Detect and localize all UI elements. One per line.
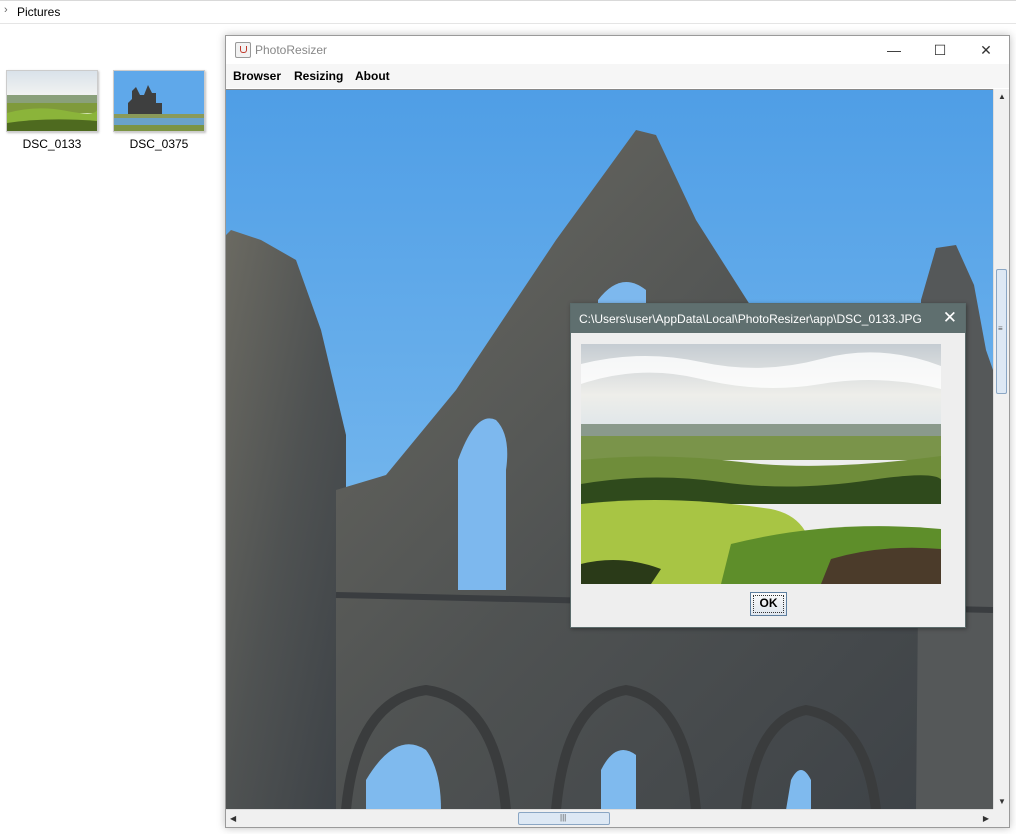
vertical-scrollbar[interactable]: ▲ ≡ ▼ xyxy=(993,89,1009,809)
abbey-thumbnail-image xyxy=(113,70,205,132)
breadcrumb: › Pictures xyxy=(0,0,1016,24)
maximize-icon[interactable]: ☐ xyxy=(917,36,963,64)
scroll-down-arrow-icon[interactable]: ▼ xyxy=(998,797,1006,806)
minimize-icon[interactable]: — xyxy=(871,36,917,64)
horizontal-scrollbar[interactable]: ◀ ||| ▶ xyxy=(226,809,993,827)
landscape-thumbnail-image xyxy=(6,70,98,132)
dialog-title: C:\Users\user\AppData\Local\PhotoResizer… xyxy=(579,312,922,326)
file-thumbnail[interactable]: DSC_0133 xyxy=(6,70,98,151)
file-thumbnail[interactable]: DSC_0375 xyxy=(113,70,205,151)
ok-button[interactable]: OK xyxy=(750,592,787,616)
dialog-title-bar[interactable]: C:\Users\user\AppData\Local\PhotoResizer… xyxy=(571,304,965,333)
scroll-up-arrow-icon[interactable]: ▲ xyxy=(998,92,1006,101)
chevron-right-icon[interactable]: › xyxy=(4,4,8,16)
close-icon[interactable]: ✕ xyxy=(943,308,957,328)
menu-bar: Browser Resizing About xyxy=(226,64,1009,88)
scrollbar-corner xyxy=(993,809,1009,827)
vertical-scroll-thumb[interactable]: ≡ xyxy=(996,269,1007,394)
menu-about[interactable]: About xyxy=(355,69,390,83)
file-name: DSC_0133 xyxy=(22,137,82,151)
horizontal-scroll-thumb[interactable]: ||| xyxy=(518,812,610,825)
title-bar[interactable]: PhotoResizer — ☐ ✕ xyxy=(226,36,1009,64)
scroll-left-arrow-icon[interactable]: ◀ xyxy=(230,814,236,823)
file-name: DSC_0375 xyxy=(129,137,189,151)
close-icon[interactable]: ✕ xyxy=(963,36,1009,64)
breadcrumb-pictures[interactable]: Pictures xyxy=(17,5,60,19)
scroll-right-arrow-icon[interactable]: ▶ xyxy=(983,814,989,823)
menu-resizing[interactable]: Resizing xyxy=(294,69,343,83)
java-app-icon xyxy=(235,42,251,58)
image-preview-dialog: C:\Users\user\AppData\Local\PhotoResizer… xyxy=(570,303,966,628)
landscape-preview-image xyxy=(581,344,941,584)
grip-icon: ≡ xyxy=(998,324,1003,333)
menu-browser[interactable]: Browser xyxy=(233,69,281,83)
window-title: PhotoResizer xyxy=(255,43,328,57)
grip-icon: ||| xyxy=(560,813,567,822)
